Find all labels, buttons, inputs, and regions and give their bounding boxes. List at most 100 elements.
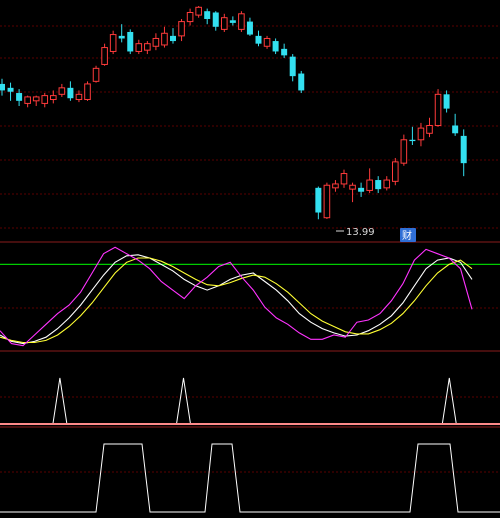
candle-body-up xyxy=(426,124,433,134)
candle-body-up xyxy=(152,37,160,47)
candle-body-down xyxy=(16,93,23,101)
candle xyxy=(366,168,373,194)
candle-body-down xyxy=(281,48,288,56)
candle-body-down xyxy=(7,87,14,92)
candle xyxy=(434,89,442,127)
candle-body-up xyxy=(135,43,143,52)
candle-body-down xyxy=(315,187,322,213)
k-line xyxy=(0,254,473,345)
candle xyxy=(400,134,408,166)
candle xyxy=(7,82,14,101)
candle-body-up xyxy=(101,47,108,65)
candle-body-down xyxy=(255,35,262,44)
candle-body-down xyxy=(298,73,305,91)
candle-body-up xyxy=(349,184,356,190)
candle-body-up xyxy=(186,11,194,23)
candle xyxy=(272,38,279,55)
indicator-chart: 13.99 财 xyxy=(0,6,500,513)
candle-body-up xyxy=(392,161,399,182)
low-price-marker: 13.99 xyxy=(336,227,375,238)
candle-body-up xyxy=(84,83,91,101)
candle-body-down xyxy=(443,94,450,109)
candle xyxy=(332,180,339,192)
candle xyxy=(178,18,185,42)
candle-body-up xyxy=(58,87,66,95)
candle xyxy=(263,35,271,49)
candle xyxy=(417,122,425,147)
candle-body-down xyxy=(289,56,296,77)
candle xyxy=(186,8,194,26)
candle-body-up xyxy=(332,183,339,189)
candle xyxy=(67,81,74,101)
chart-window: 13.99 财 xyxy=(0,0,500,518)
signal-panel[interactable] xyxy=(0,377,500,425)
candle xyxy=(460,129,467,177)
finance-badge-label: 财 xyxy=(402,229,412,242)
candle xyxy=(443,90,450,113)
candle-body-up xyxy=(434,93,442,126)
candle-body-down xyxy=(272,41,279,52)
j-line xyxy=(0,246,473,347)
candle-body-up xyxy=(417,127,425,141)
step-panel[interactable] xyxy=(0,443,500,513)
candle xyxy=(127,29,134,55)
candle xyxy=(392,157,399,186)
candle-body-up xyxy=(340,173,348,185)
d-line xyxy=(0,257,473,344)
candle-body-down xyxy=(170,35,176,42)
candle xyxy=(358,182,365,197)
candlestick-panel[interactable] xyxy=(0,6,467,220)
candle-body-down xyxy=(229,20,236,23)
candle-body-up xyxy=(178,21,185,37)
candle-body-up xyxy=(323,184,331,219)
candle xyxy=(323,182,331,220)
candle-body-down xyxy=(409,139,416,142)
candle xyxy=(315,186,322,220)
candle xyxy=(221,13,228,32)
candle xyxy=(84,81,91,101)
candle xyxy=(109,30,117,55)
candle xyxy=(118,24,125,43)
candle-body-up xyxy=(24,96,31,104)
candle xyxy=(204,8,211,25)
candle-body-up xyxy=(109,34,117,52)
candle xyxy=(289,54,296,82)
candle-body-down xyxy=(204,11,211,19)
candle-body-up xyxy=(41,95,49,104)
candle xyxy=(92,65,100,83)
candle-body-down xyxy=(127,31,134,52)
candle xyxy=(229,16,236,26)
candle xyxy=(24,95,31,108)
candle xyxy=(212,11,219,31)
candle xyxy=(255,30,262,47)
candle xyxy=(298,70,305,94)
candle-body-up xyxy=(92,67,100,82)
candle-body-up xyxy=(144,43,151,51)
candle xyxy=(195,6,202,18)
kdj-panel[interactable] xyxy=(0,246,500,347)
candle-body-up xyxy=(75,93,83,101)
candle-body-up xyxy=(32,96,40,102)
grid-layer xyxy=(0,25,500,473)
candle xyxy=(238,11,245,32)
candle-body-down xyxy=(118,35,125,39)
candle xyxy=(50,90,57,104)
candle-body-down xyxy=(460,135,467,164)
candle-body-up xyxy=(400,139,408,164)
candle xyxy=(41,93,49,108)
candle-body-down xyxy=(452,125,459,134)
candle-body-up xyxy=(195,6,202,16)
candle xyxy=(426,117,433,138)
candle-body-down xyxy=(0,83,5,91)
candle-body-down xyxy=(246,21,253,35)
candle-body-down xyxy=(358,187,365,192)
candle xyxy=(101,43,108,66)
candle xyxy=(349,182,356,203)
candle xyxy=(144,41,151,55)
candle-body-down xyxy=(375,180,382,190)
candle xyxy=(58,83,66,97)
finance-badge[interactable]: 财 xyxy=(400,228,416,242)
candle-body-up xyxy=(161,32,168,46)
candle-body-down xyxy=(212,12,219,27)
candle-body-up xyxy=(383,179,391,189)
